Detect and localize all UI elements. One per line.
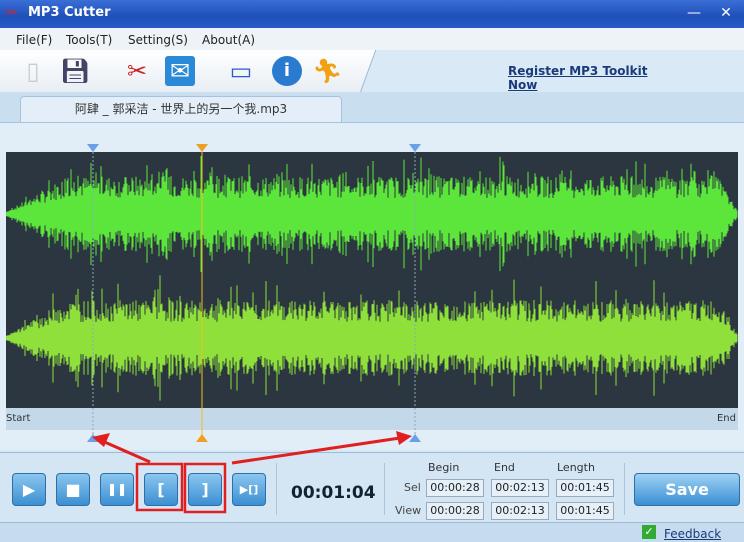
new-file-icon[interactable]: ▯ xyxy=(18,56,48,86)
scissors-app-icon: ✂ xyxy=(6,5,18,21)
selection-begin-marker[interactable] xyxy=(87,144,99,442)
cut-icon[interactable]: ✂ xyxy=(122,56,152,86)
markers xyxy=(87,144,421,442)
header-begin: Begin xyxy=(428,461,460,474)
mark-end-button[interactable]: ] xyxy=(188,473,222,506)
menu-file[interactable]: File(F) xyxy=(16,33,52,47)
status-bar: ✓ Feedback xyxy=(0,522,744,542)
menu-setting[interactable]: Setting(S) xyxy=(128,33,188,47)
window-title: MP3 Cutter xyxy=(28,5,111,20)
selection-end-marker[interactable] xyxy=(409,144,421,442)
save-button[interactable]: Save xyxy=(634,473,740,506)
pause-button[interactable]: ❚❚ xyxy=(100,473,134,506)
monitor-icon[interactable]: ▭ xyxy=(226,56,256,86)
feedback-link[interactable]: Feedback xyxy=(664,527,721,541)
runner-icon[interactable]: 🏃︎ xyxy=(312,56,342,86)
divider xyxy=(384,463,385,515)
sel-begin-field[interactable]: 00:00:28 xyxy=(426,479,484,497)
sel-length-field[interactable]: 00:01:45 xyxy=(556,479,614,497)
header-length: Length xyxy=(557,461,595,474)
email-icon[interactable]: ✉ xyxy=(165,56,195,86)
playhead-marker[interactable] xyxy=(196,144,208,442)
tab-bar: 阿肆 _ 郭采洁 - 世界上的另一个我.mp3 xyxy=(0,92,744,122)
view-end-field[interactable]: 00:02:13 xyxy=(491,502,549,520)
register-link[interactable]: Register MP3 Toolkit Now xyxy=(508,64,668,92)
sel-end-field[interactable]: 00:02:13 xyxy=(491,479,549,497)
control-panel: ▶ ■ ❚❚ [ ] ▶[] 00:01:04 Begin End Length… xyxy=(0,452,744,522)
header-end: End xyxy=(494,461,515,474)
minimize-button[interactable]: — xyxy=(684,4,704,22)
tab-file[interactable]: 阿肆 _ 郭采洁 - 世界上的另一个我.mp3 xyxy=(20,96,342,122)
view-label: View xyxy=(395,504,422,517)
play-button[interactable]: ▶ xyxy=(12,473,46,506)
play-selection-button[interactable]: ▶[] xyxy=(232,473,266,506)
view-length-field[interactable]: 00:01:45 xyxy=(556,502,614,520)
save-icon[interactable]: 💾︎ xyxy=(60,56,90,86)
menu-about[interactable]: About(A) xyxy=(202,33,255,47)
check-icon: ✓ xyxy=(642,525,656,539)
sel-label: Sel xyxy=(404,481,421,494)
close-button[interactable]: ✕ xyxy=(716,4,736,22)
stop-button[interactable]: ■ xyxy=(56,473,90,506)
view-begin-field[interactable]: 00:00:28 xyxy=(426,502,484,520)
divider xyxy=(276,463,277,515)
current-time: 00:01:04 xyxy=(291,483,376,503)
title-bar: ✂ MP3 Cutter — ✕ xyxy=(0,0,744,28)
mark-begin-button[interactable]: [ xyxy=(144,473,178,506)
info-icon[interactable]: i xyxy=(272,56,302,86)
divider xyxy=(624,463,625,515)
menu-tools[interactable]: Tools(T) xyxy=(66,33,112,47)
menu-bar: File(F) Tools(T) Setting(S) About(A) xyxy=(0,28,744,52)
